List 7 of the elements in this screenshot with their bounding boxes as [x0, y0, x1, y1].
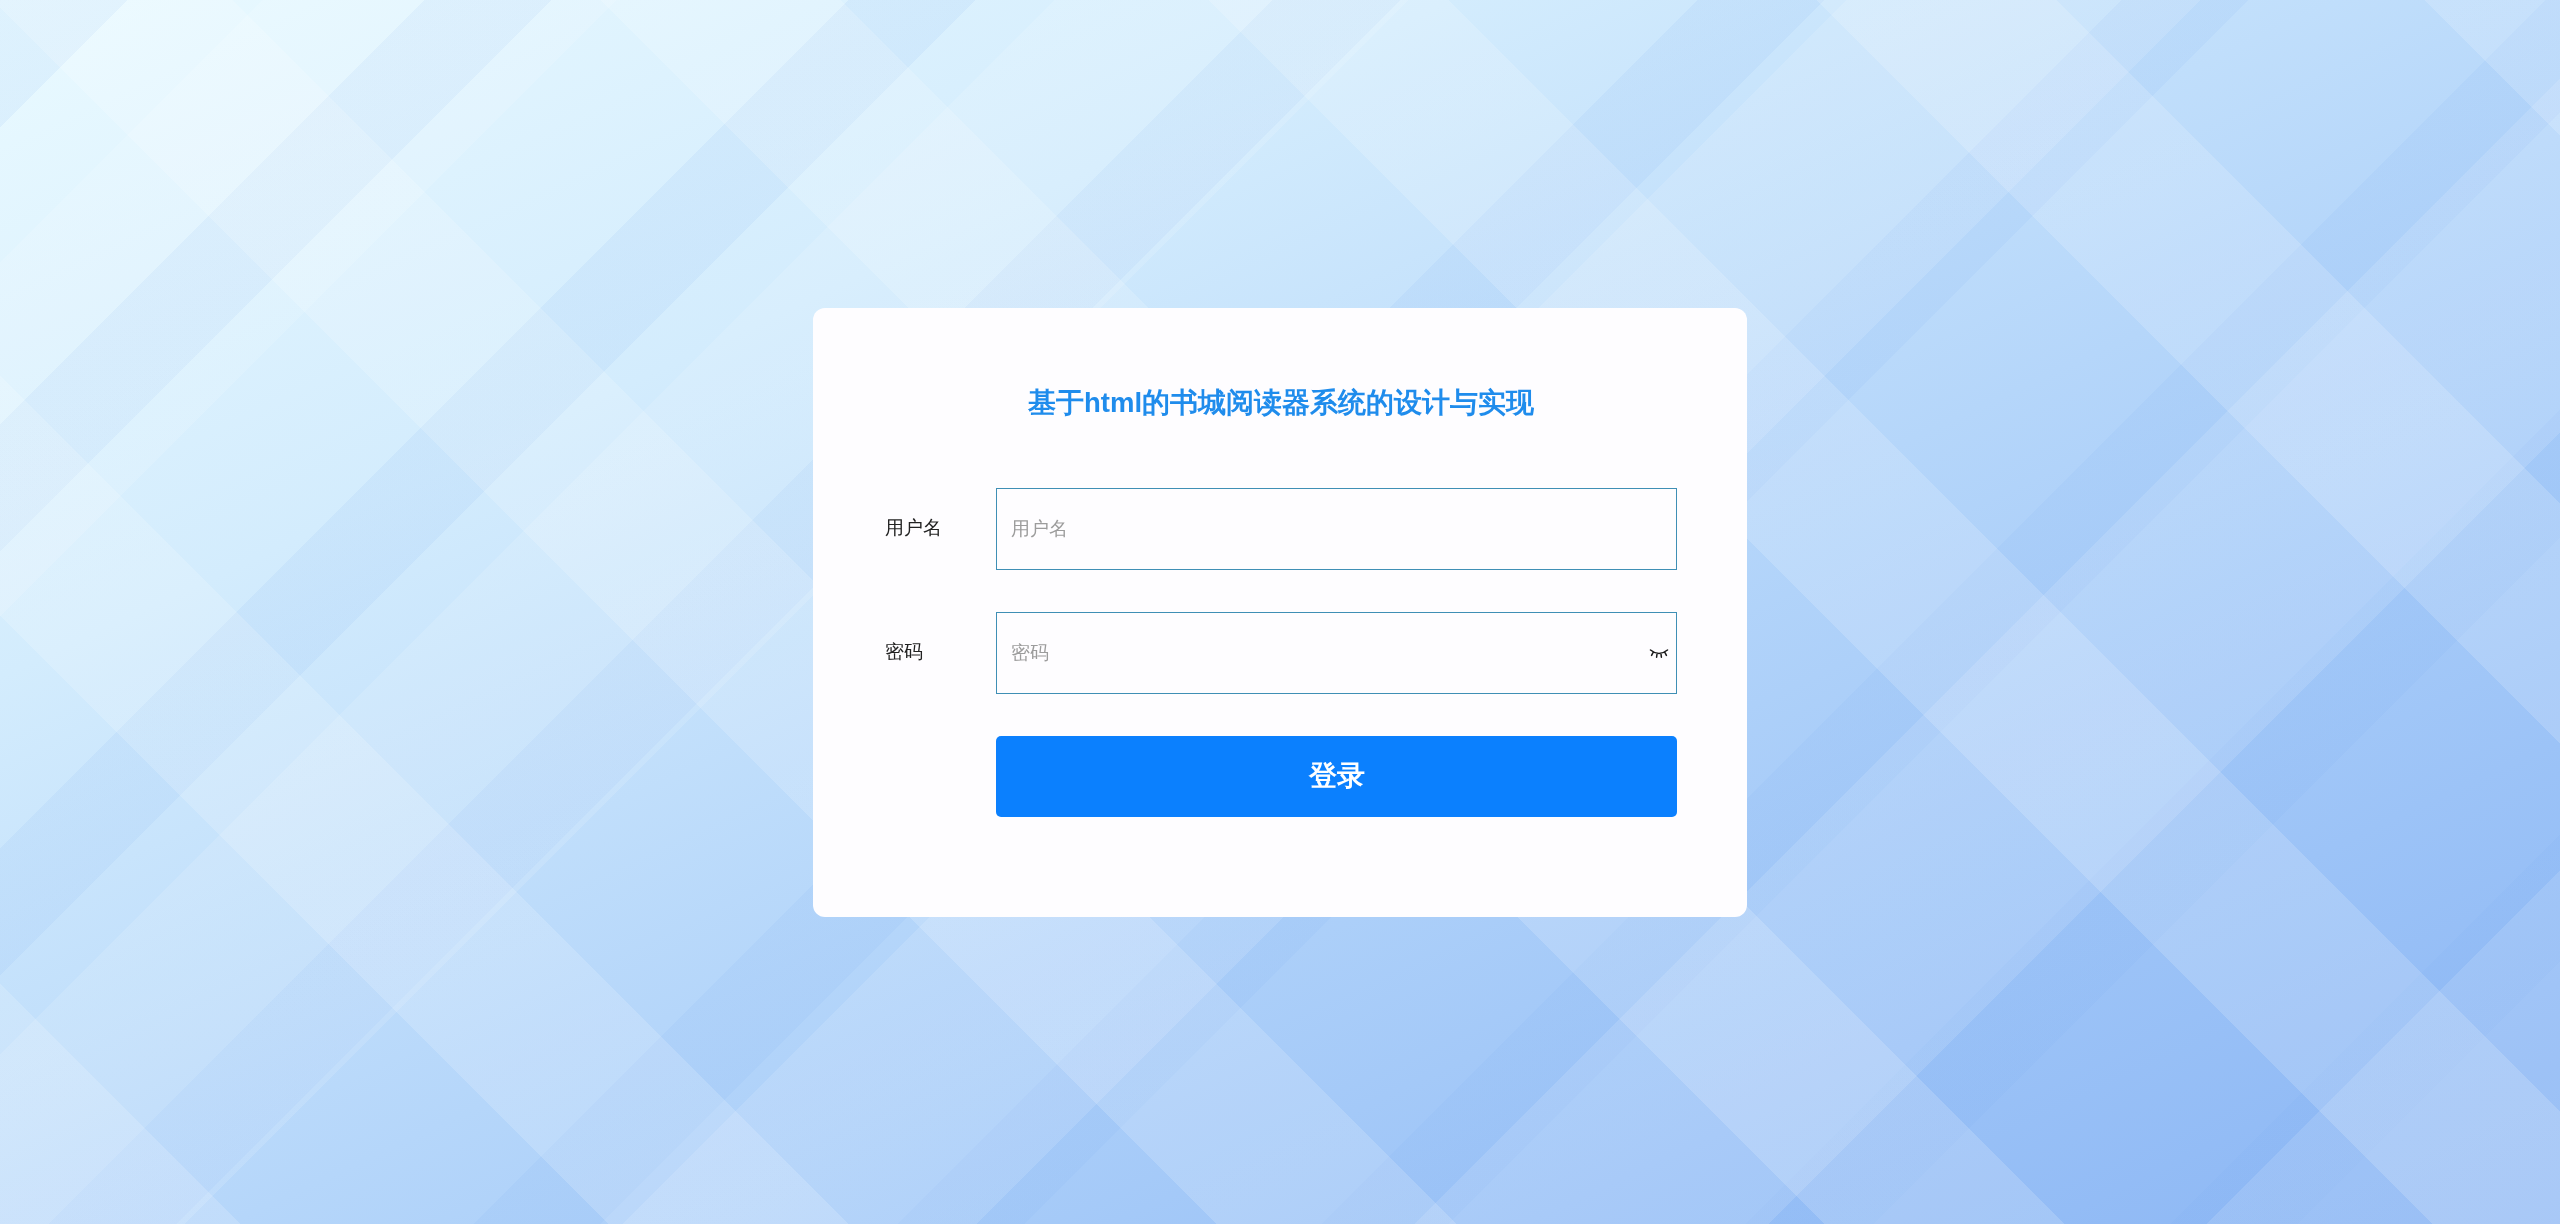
login-title: 基于html的书城阅读器系统的设计与实现 [1026, 385, 1536, 420]
password-field[interactable]: 密码 [996, 611, 1677, 694]
login-button[interactable]: 登录 [996, 735, 1677, 817]
username-field[interactable]: 用户名 [996, 487, 1677, 570]
field-label: 用户名 [885, 516, 943, 541]
field-label: 密码 [885, 640, 924, 665]
closed-eye-icon[interactable] [1649, 647, 1669, 658]
